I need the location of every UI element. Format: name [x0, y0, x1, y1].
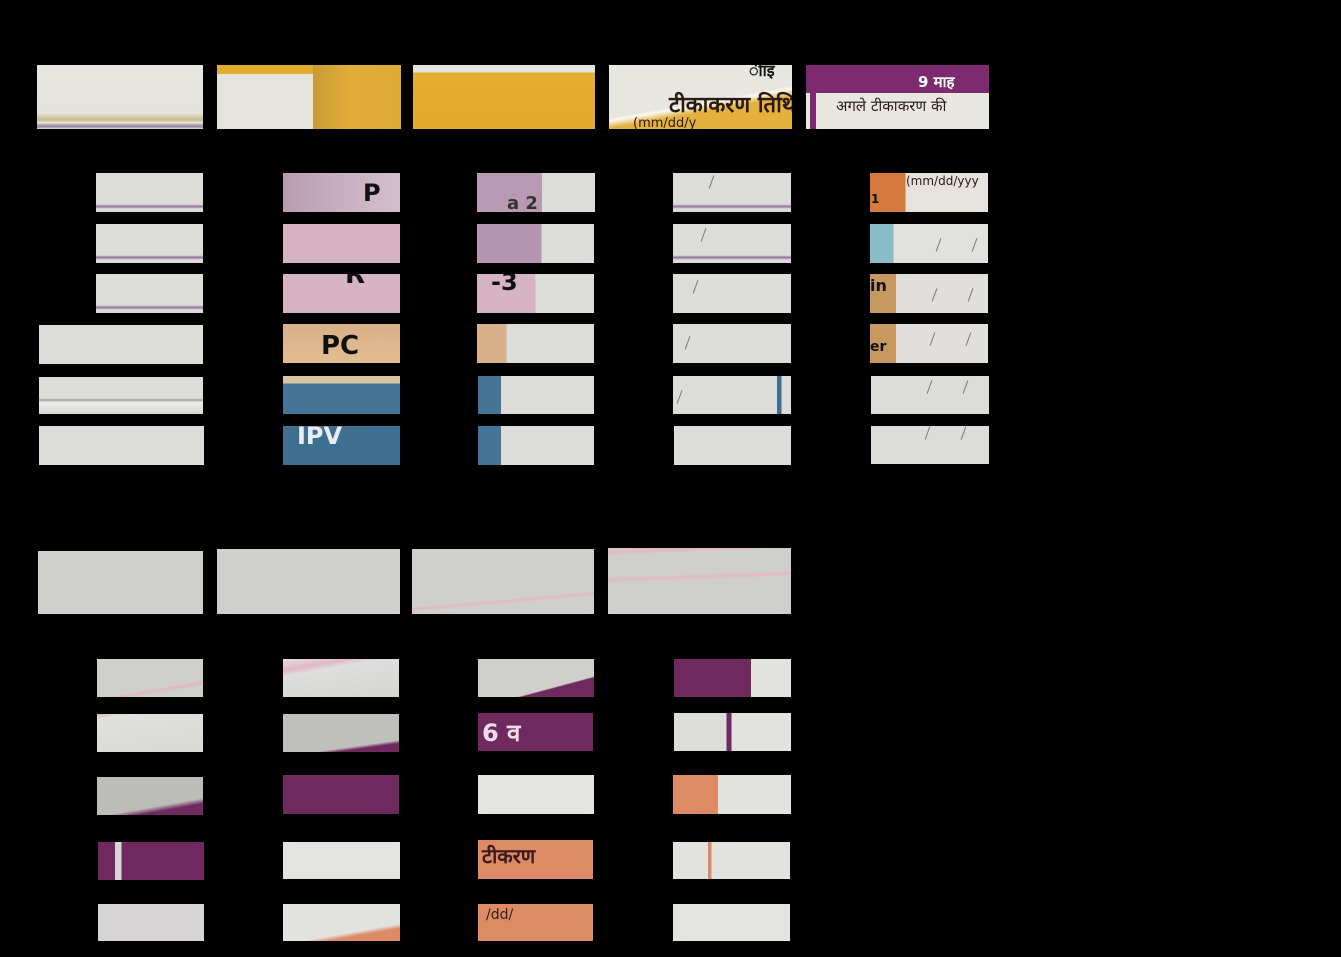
grid-b-c3-r4: टीकरण — [478, 840, 593, 879]
grid-b-c1-r3 — [97, 777, 203, 815]
grid-a-c1-r4 — [39, 325, 203, 364]
grid-a-c5-r5 — [871, 376, 989, 414]
grid-a-c4-r1 — [673, 173, 791, 212]
grid-a-c2-r3: R — [283, 274, 400, 313]
grid-a-c5-r3: in — [870, 274, 988, 313]
grid-a-c5-r4-text: er — [870, 339, 887, 355]
header-tile-5-badge: 9 माह — [918, 73, 955, 91]
header-tile-2 — [217, 65, 401, 129]
grid-b-c1-r5 — [98, 904, 204, 941]
grid-a-c2-r1: P — [283, 173, 400, 212]
grid-a-c3-r5 — [478, 376, 594, 414]
grid-a-c1-r3 — [96, 274, 203, 313]
grid-b-c1-r2 — [97, 714, 203, 752]
grid-b-c3-r5-text: /dd/ — [486, 907, 514, 923]
grid-b-c2-r4 — [283, 842, 400, 879]
grid-a-c1-r6 — [39, 426, 204, 465]
grid-b-c3-r2-text: 6 व — [482, 719, 521, 747]
grid-a-c5-r6 — [871, 426, 989, 464]
grid-a-c2-r6: IPV — [283, 426, 400, 465]
grid-a-c4-r3 — [673, 274, 791, 313]
grid-b-c3-r5: /dd/ — [478, 904, 593, 941]
grid-a-c3-r4 — [477, 324, 594, 363]
lower-header-4 — [608, 548, 791, 614]
grid-a-c5-r4: er — [870, 324, 988, 363]
header-tile-4-top-text: ीाइ — [749, 65, 775, 80]
grid-a-c2-r2 — [283, 224, 400, 263]
header-tile-3 — [413, 65, 595, 129]
grid-b-c3-r4-text: टीकरण — [482, 844, 536, 868]
grid-b-c1-r1 — [97, 659, 203, 697]
grid-a-c1-r5 — [39, 377, 203, 414]
grid-b-c2-r3 — [283, 775, 399, 814]
grid-a-c3-r3: -3 — [477, 274, 594, 313]
grid-a-c2-r1-text: P — [363, 179, 381, 207]
grid-a-c4-r4 — [673, 324, 791, 363]
grid-a-c4-r2 — [673, 224, 791, 263]
grid-a-c4-r5 — [673, 376, 791, 414]
grid-b-c4-r1 — [674, 659, 791, 697]
grid-a-c2-r6-text: IPV — [297, 426, 343, 450]
grid-a-c3-r2 — [477, 224, 594, 263]
header-tile-5-text: अगले टीकाकरण की — [836, 97, 947, 115]
grid-b-c3-r2: 6 व — [478, 713, 593, 751]
header-tile-4: ीाइ टीकाकरण तिथि (mm/dd/y — [609, 65, 792, 129]
header-tile-5: 9 माह अगले टीकाकरण की — [806, 65, 989, 129]
header-tile-1 — [37, 65, 203, 129]
header-tile-5-band — [806, 65, 989, 93]
grid-b-c4-r3 — [673, 775, 791, 814]
grid-b-c2-r1 — [283, 659, 399, 697]
grid-b-c4-r5 — [673, 904, 790, 941]
grid-b-c1-r4 — [98, 842, 204, 880]
grid-b-c4-r2 — [674, 713, 791, 751]
grid-a-c2-r3-text: R — [345, 274, 366, 290]
grid-b-c2-r5 — [283, 904, 400, 941]
grid-a-c3-r1: a 2 — [477, 173, 595, 212]
lower-header-1 — [38, 551, 203, 614]
grid-a-c5-r1-sub: 1 — [871, 192, 880, 206]
grid-a-c5-r1: (mm/dd/yyy 1 — [870, 173, 988, 212]
grid-a-c2-r4: PC — [283, 324, 400, 363]
lower-header-2 — [217, 549, 400, 614]
grid-a-c4-r6 — [674, 426, 791, 465]
grid-a-c2-r4-text: PC — [321, 331, 360, 361]
grid-a-c3-r6 — [478, 426, 594, 465]
grid-a-c5-r3-text: in — [870, 276, 887, 295]
header-tile-5-rule — [810, 65, 816, 129]
grid-b-c3-r1 — [478, 659, 594, 697]
grid-b-c4-r4 — [673, 842, 790, 879]
grid-a-c1-r2 — [96, 224, 203, 263]
grid-a-c3-r3-text: -3 — [491, 274, 518, 296]
grid-b-c3-r3 — [478, 775, 594, 814]
header-tile-4-title: टीकाकरण तिथि — [669, 93, 792, 118]
header-tile-4-format: (mm/dd/y — [633, 116, 697, 129]
grid-a-c1-r1 — [96, 173, 203, 212]
grid-a-c5-r2 — [870, 224, 988, 263]
header-tile-2-yellow-band — [313, 65, 401, 129]
grid-a-c3-r1-text: a 2 — [507, 193, 538, 213]
grid-b-c2-r2 — [283, 714, 399, 752]
grid-a-c5-r1-format: (mm/dd/yyy — [906, 174, 979, 188]
lower-header-3 — [412, 549, 594, 614]
grid-a-c2-r5 — [283, 376, 400, 414]
